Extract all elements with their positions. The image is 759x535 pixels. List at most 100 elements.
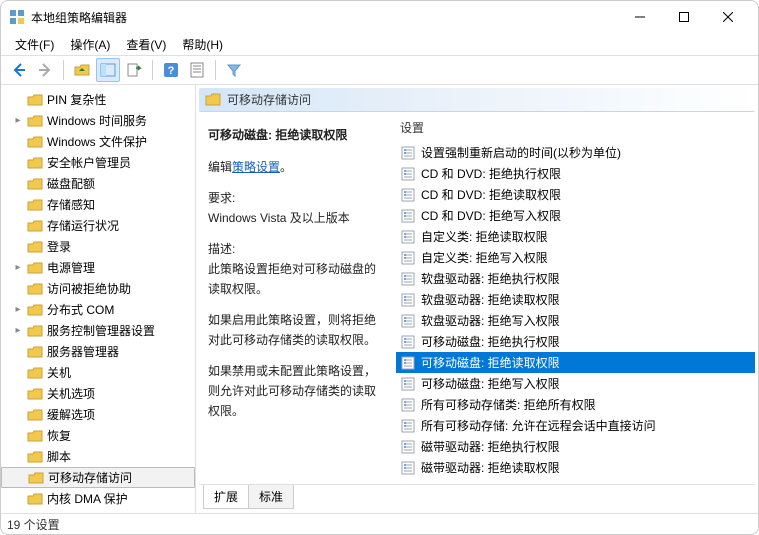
category-header: 可移动存储访问: [199, 88, 755, 112]
desc-3: 如果禁用或未配置此策略设置，则允许对此可移动存储类的读取权限。: [208, 361, 386, 422]
back-button[interactable]: [7, 58, 31, 82]
tree-item[interactable]: Windows 文件保护: [1, 131, 195, 152]
setting-item[interactable]: 所有可移动存储类: 拒绝所有权限: [396, 394, 755, 415]
tab-standard[interactable]: 标准: [248, 485, 294, 509]
setting-item[interactable]: 软盘驱动器: 拒绝执行权限: [396, 268, 755, 289]
setting-label: 自定义类: 拒绝读取权限: [421, 228, 548, 245]
setting-item[interactable]: 可移动磁盘: 拒绝写入权限: [396, 373, 755, 394]
setting-label: CD 和 DVD: 拒绝写入权限: [421, 207, 561, 224]
up-folder-button[interactable]: [70, 58, 94, 82]
right-pane: 可移动存储访问 可移动磁盘: 拒绝读取权限 编辑策略设置。 要求:Windows…: [196, 85, 758, 513]
setting-label: 磁带驱动器: 拒绝执行权限: [421, 438, 560, 455]
close-button[interactable]: [706, 3, 750, 31]
policy-icon: [400, 334, 416, 350]
desc-2: 如果启用此策略设置，则将拒绝对此可移动存储类的读取权限。: [208, 310, 386, 351]
tree-item-label: 分布式 COM: [47, 301, 114, 318]
setting-item[interactable]: 可移动磁盘: 拒绝读取权限: [396, 352, 755, 373]
setting-item[interactable]: 软盘驱动器: 拒绝读取权限: [396, 289, 755, 310]
setting-label: 所有可移动存储类: 拒绝所有权限: [421, 396, 596, 413]
tree-item[interactable]: ▸Windows 时间服务: [1, 110, 195, 131]
tree-item[interactable]: 存储运行状况: [1, 215, 195, 236]
tab-extended[interactable]: 扩展: [203, 485, 249, 509]
tree-item[interactable]: 脚本: [1, 446, 195, 467]
folder-icon: [27, 428, 43, 444]
tree-item[interactable]: 恢复: [1, 425, 195, 446]
app-icon: [9, 9, 25, 25]
expander-icon[interactable]: ▸: [13, 325, 23, 336]
policy-title: 可移动磁盘: 拒绝读取权限: [208, 125, 386, 145]
tree-pane[interactable]: PIN 复杂性▸Windows 时间服务Windows 文件保护安全帐户管理员磁…: [1, 85, 196, 513]
tree-item[interactable]: 存储感知: [1, 194, 195, 215]
folder-icon: [27, 176, 43, 192]
maximize-button[interactable]: [662, 3, 706, 31]
tree-item[interactable]: 访问被拒绝协助: [1, 278, 195, 299]
folder-icon: [27, 113, 43, 129]
tree-item[interactable]: ▸服务控制管理器设置: [1, 320, 195, 341]
minimize-button[interactable]: [618, 3, 662, 31]
tree-item-label: 存储运行状况: [47, 217, 119, 234]
setting-item[interactable]: 磁带驱动器: 拒绝执行权限: [396, 436, 755, 457]
toolbar-separator: [63, 60, 64, 80]
expander-icon[interactable]: ▸: [13, 304, 23, 315]
policy-icon: [400, 313, 416, 329]
tree-item[interactable]: 可移动存储访问: [1, 467, 195, 488]
tree-item[interactable]: 服务器管理器: [1, 341, 195, 362]
edit-policy-link[interactable]: 策略设置: [232, 160, 280, 174]
show-tree-button[interactable]: [96, 58, 120, 82]
setting-item[interactable]: 设置强制重新启动的时间(以秒为单位): [396, 142, 755, 163]
expander-icon[interactable]: ▸: [13, 262, 23, 273]
folder-icon: [28, 470, 44, 486]
titlebar: 本地组策略编辑器: [1, 1, 758, 33]
setting-item[interactable]: CD 和 DVD: 拒绝写入权限: [396, 205, 755, 226]
policy-icon: [400, 145, 416, 161]
tree-item[interactable]: ▸ 分布式 COM: [1, 299, 195, 320]
setting-item[interactable]: CD 和 DVD: 拒绝读取权限: [396, 184, 755, 205]
setting-item[interactable]: 磁带驱动器: 拒绝读取权限: [396, 457, 755, 478]
forward-button[interactable]: [33, 58, 57, 82]
menu-view[interactable]: 查看(V): [118, 34, 174, 55]
tree-item-label: 缓解选项: [47, 406, 95, 423]
policy-icon: [400, 166, 416, 182]
category-title: 可移动存储访问: [227, 91, 311, 108]
folder-icon: [27, 386, 43, 402]
export-button[interactable]: [122, 58, 146, 82]
setting-item[interactable]: 软盘驱动器: 拒绝写入权限: [396, 310, 755, 331]
tree-item[interactable]: 关机: [1, 362, 195, 383]
main-content: PIN 复杂性▸Windows 时间服务Windows 文件保护安全帐户管理员磁…: [1, 85, 758, 514]
setting-item[interactable]: CD 和 DVD: 拒绝执行权限: [396, 163, 755, 184]
menu-file[interactable]: 文件(F): [7, 34, 62, 55]
filter-button[interactable]: [222, 58, 246, 82]
tree-item[interactable]: 缓解选项: [1, 404, 195, 425]
setting-item[interactable]: 自定义类: 拒绝写入权限: [396, 247, 755, 268]
tree-item-label: 存储感知: [47, 196, 95, 213]
menu-action[interactable]: 操作(A): [62, 34, 118, 55]
properties-button[interactable]: [185, 58, 209, 82]
tree-item-label: 内核 DMA 保护: [47, 490, 128, 507]
tree-item[interactable]: 登录: [1, 236, 195, 257]
tree-item-label: 磁盘配额: [47, 175, 95, 192]
setting-item[interactable]: 自定义类: 拒绝读取权限: [396, 226, 755, 247]
folder-icon: [27, 323, 43, 339]
edit-prefix: 编辑: [208, 160, 232, 174]
folder-icon: [27, 449, 43, 465]
tree-item[interactable]: ▸电源管理: [1, 257, 195, 278]
tree-item-label: 访问被拒绝协助: [47, 280, 131, 297]
tree-item-label: 关机: [47, 364, 71, 381]
policy-icon: [400, 271, 416, 287]
folder-icon: [27, 281, 43, 297]
tree-item[interactable]: PIN 复杂性: [1, 89, 195, 110]
settings-list[interactable]: 设置强制重新启动的时间(以秒为单位)CD 和 DVD: 拒绝执行权限CD 和 D…: [396, 142, 755, 484]
policy-icon: [400, 208, 416, 224]
tree-item[interactable]: 内核 DMA 保护: [1, 488, 195, 509]
setting-item[interactable]: 可移动磁盘: 拒绝执行权限: [396, 331, 755, 352]
menu-help[interactable]: 帮助(H): [174, 34, 231, 55]
folder-icon: [27, 365, 43, 381]
tree-item[interactable]: 磁盘配额: [1, 173, 195, 194]
description-pane: 可移动磁盘: 拒绝读取权限 编辑策略设置。 要求:Windows Vista 及…: [196, 115, 396, 484]
settings-column-header[interactable]: 设置: [396, 115, 755, 142]
expander-icon[interactable]: ▸: [13, 115, 23, 126]
help-button[interactable]: ?: [159, 58, 183, 82]
setting-item[interactable]: 所有可移动存储: 允许在远程会话中直接访问: [396, 415, 755, 436]
tree-item[interactable]: 安全帐户管理员: [1, 152, 195, 173]
tree-item[interactable]: 关机选项: [1, 383, 195, 404]
